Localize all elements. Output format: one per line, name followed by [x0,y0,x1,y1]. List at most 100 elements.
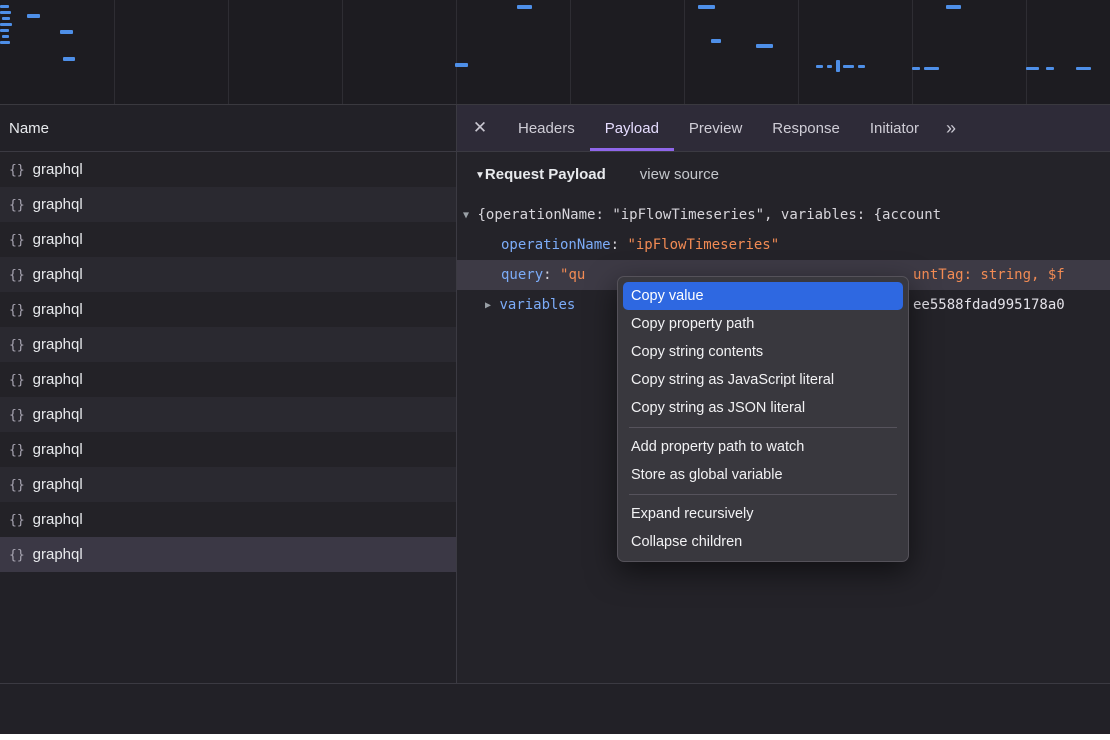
timeline-request-bar [1046,67,1054,70]
timeline-request-bar [60,30,73,34]
tab-payload[interactable]: Payload [590,105,674,151]
footer-area [0,684,1110,734]
request-name: graphql [33,161,83,178]
timeline-request-bar [0,29,9,32]
json-icon: {} [9,513,25,528]
section-collapse-icon[interactable]: ▼ [475,170,485,181]
timeline-gridline [570,0,571,104]
tree-expand-icon[interactable]: ▼ [463,210,469,221]
menu-item-copy-string-as-json-literal[interactable]: Copy string as JSON literal [623,394,903,422]
timeline-request-bar [912,67,920,70]
tree-collapsed-icon[interactable]: ▶ [485,300,491,311]
timeline-request-bar [858,65,865,68]
table-row[interactable]: {}graphql [0,327,456,362]
json-icon: {} [9,373,25,388]
request-name: graphql [33,546,83,563]
view-source-link[interactable]: view source [640,166,719,183]
menu-item-add-property-path-to-watch[interactable]: Add property path to watch [623,433,903,461]
property-key: variables [499,297,575,313]
property-key: operationName [501,237,611,253]
menu-item-copy-value[interactable]: Copy value [623,282,903,310]
close-icon[interactable]: ✕ [457,105,503,151]
tab-response[interactable]: Response [757,105,855,151]
json-icon: {} [9,548,25,563]
timeline-gridline [456,0,457,104]
menu-item-expand-recursively[interactable]: Expand recursively [623,500,903,528]
menu-item-store-as-global-variable[interactable]: Store as global variable [623,461,903,489]
timeline-request-bar [0,5,9,8]
request-name: graphql [33,196,83,213]
tree-row-operation-name[interactable]: operationName: "ipFlowTimeseries" [457,230,1110,260]
table-row[interactable]: {} graphql [0,257,456,292]
table-row[interactable]: {} graphql [0,292,456,327]
timeline-request-bar [924,67,939,70]
timeline-gridline [228,0,229,104]
property-preview-continued: ee5588fdad995178a0 [913,290,1065,320]
json-icon: {} [9,303,25,318]
table-row[interactable]: {} graphql [0,432,456,467]
menu-item-copy-string-as-javascript-literal[interactable]: Copy string as JavaScript literal [623,366,903,394]
table-row[interactable]: {} graphql [0,537,456,572]
timeline-request-bar [2,17,10,20]
timeline-request-bar [2,35,9,38]
request-name: graphql [33,266,83,283]
json-icon: {} [9,408,25,423]
request-name: graphql [33,406,83,423]
detail-tabs: HeadersPayloadPreviewResponseInitiator [503,105,934,151]
window-bottom-edge [0,734,1110,740]
timeline-request-bar [1076,67,1091,70]
request-name: graphql [33,441,83,458]
table-row[interactable]: {} graphql [0,187,456,222]
table-row[interactable]: {} graphql [0,502,456,537]
menu-separator [629,494,897,495]
json-icon: {} [9,443,25,458]
request-name: graphql [33,301,83,318]
tab-initiator[interactable]: Initiator [855,105,934,151]
timeline-request-bar [0,11,11,14]
json-icon: {} [9,233,25,248]
devtools-network-panel: Name {}graphql{}graphql{}graphql{}graphq… [0,0,1110,740]
tree-root-preview: {operationName: "ipFlowTimeseries", vari… [477,207,941,223]
menu-item-copy-string-contents[interactable]: Copy string contents [623,338,903,366]
timeline-request-bar [756,44,773,48]
property-value-continued: untTag: string, $f [913,260,1065,290]
request-list-panel: Name {}graphql{}graphql{}graphql{}graphq… [0,105,456,683]
tab-preview[interactable]: Preview [674,105,757,151]
json-icon: {} [9,338,25,353]
timeline-request-bar [946,5,961,9]
timeline-gridline [114,0,115,104]
table-row[interactable]: {} graphql [0,222,456,257]
section-title: Request Payload [485,166,606,183]
timeline-gridline [1026,0,1027,104]
table-row[interactable]: {}graphql [0,152,456,187]
table-row[interactable]: {} graphql [0,397,456,432]
timeline-request-bar [63,57,75,61]
context-menu: Copy valueCopy property pathCopy string … [617,276,909,562]
timeline-request-bar [455,63,468,67]
menu-item-copy-property-path[interactable]: Copy property path [623,310,903,338]
menu-item-collapse-children[interactable]: Collapse children [623,528,903,556]
timeline-request-bar [0,41,10,44]
timeline-request-bar [27,14,40,18]
column-header-name[interactable]: Name [0,105,456,152]
request-name: graphql [33,511,83,528]
request-name: graphql [33,231,83,248]
table-row[interactable]: {}graphql [0,362,456,397]
detail-tab-bar: ✕ HeadersPayloadPreviewResponseInitiator… [457,105,1110,152]
json-icon: {} [9,478,25,493]
request-payload-section: ▼Request Payload view source [457,152,1110,200]
more-tabs-button[interactable]: » [936,105,964,151]
json-icon: {} [9,198,25,213]
timeline-request-bar [698,5,715,9]
menu-separator [629,427,897,428]
table-row[interactable]: {} graphql [0,467,456,502]
tab-headers[interactable]: Headers [503,105,590,151]
timeline-request-bar [816,65,823,68]
request-list-body: {} graphql {} graphql {} graphql {} graphql {} gr… [0,152,456,572]
request-name: graphql [33,476,83,493]
tree-root-row[interactable]: ▼ {operationName: "ipFlowTimeseries", va… [457,200,1110,230]
property-value: "ipFlowTimeseries" [627,237,779,253]
network-overview-timeline[interactable] [0,0,1110,105]
json-icon: {} [9,268,25,283]
timeline-gridline [798,0,799,104]
